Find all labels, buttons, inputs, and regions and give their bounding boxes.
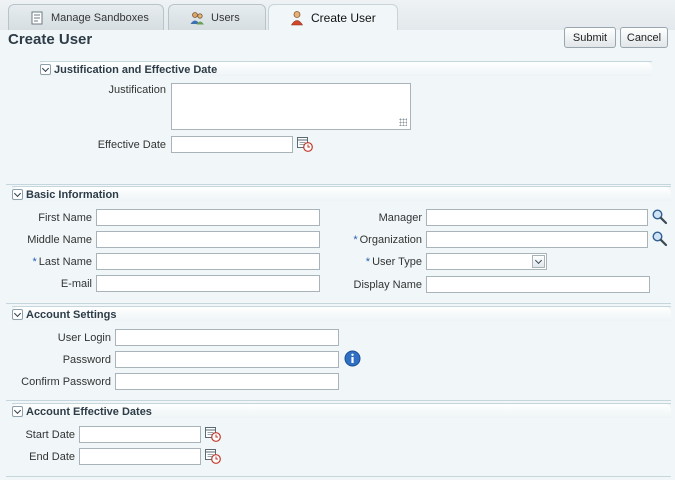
required-marker: * bbox=[353, 234, 358, 246]
last-name-field[interactable] bbox=[96, 253, 320, 270]
tab-manage-sandboxes[interactable]: Manage Sandboxes bbox=[8, 4, 164, 30]
info-icon[interactable] bbox=[344, 350, 361, 370]
account-dates-section-header: Account Effective Dates bbox=[12, 403, 671, 419]
section-title: Justification and Effective Date bbox=[54, 63, 218, 76]
justification-label: Justification bbox=[108, 84, 166, 96]
users-icon bbox=[189, 10, 205, 26]
calendar-icon[interactable] bbox=[204, 447, 222, 468]
required-marker: * bbox=[32, 256, 37, 268]
tab-label: Manage Sandboxes bbox=[51, 11, 149, 24]
organization-label: * Organization bbox=[330, 232, 422, 248]
basic-info-section-header: Basic Information bbox=[12, 186, 671, 202]
sandbox-icon bbox=[29, 10, 45, 26]
section-title: Account Effective Dates bbox=[26, 405, 152, 418]
section-toggle-icon[interactable] bbox=[40, 64, 51, 75]
resize-grip-icon[interactable] bbox=[399, 118, 407, 126]
calendar-icon[interactable] bbox=[296, 135, 314, 156]
manager-field[interactable] bbox=[426, 209, 648, 226]
middle-name-field[interactable] bbox=[96, 231, 320, 248]
password-field[interactable] bbox=[115, 351, 339, 368]
section-title: Basic Information bbox=[26, 188, 119, 201]
email-field[interactable] bbox=[96, 275, 320, 292]
label-text: User Type bbox=[372, 256, 422, 268]
label-text: Last Name bbox=[38, 256, 92, 268]
start-date-field[interactable] bbox=[79, 426, 201, 443]
end-date-field[interactable] bbox=[79, 448, 201, 465]
organization-field[interactable] bbox=[426, 231, 648, 248]
tab-label: Users bbox=[211, 11, 240, 24]
account-settings-section-header: Account Settings bbox=[12, 306, 671, 322]
start-date-label: Start Date bbox=[25, 429, 75, 441]
section-toggle-icon[interactable] bbox=[12, 406, 23, 417]
email-label: E-mail bbox=[60, 278, 92, 290]
effective-date-input[interactable] bbox=[171, 136, 293, 153]
required-marker: * bbox=[365, 256, 371, 268]
password-label: Password bbox=[62, 354, 111, 366]
user-icon bbox=[289, 10, 305, 26]
tab-users[interactable]: Users bbox=[168, 4, 266, 30]
cancel-button[interactable]: Cancel bbox=[620, 27, 668, 48]
middle-name-label: Middle Name bbox=[27, 234, 92, 246]
chevron-down-icon[interactable] bbox=[532, 255, 545, 268]
search-icon[interactable] bbox=[651, 208, 668, 228]
section-toggle-icon[interactable] bbox=[12, 189, 23, 200]
end-date-label: End Date bbox=[29, 451, 75, 463]
user-type-label: * User Type bbox=[330, 254, 422, 270]
first-name-field[interactable] bbox=[96, 209, 320, 226]
page-title: Create User bbox=[8, 31, 93, 48]
user-type-select[interactable] bbox=[426, 253, 547, 270]
effective-date-label: Effective Date bbox=[97, 139, 166, 151]
tab-label: Create User bbox=[311, 10, 376, 25]
section-title: Account Settings bbox=[26, 308, 117, 321]
calendar-icon[interactable] bbox=[204, 425, 222, 446]
manager-label: Manager bbox=[378, 212, 422, 224]
last-name-label: * Last Name bbox=[4, 254, 92, 270]
confirm-password-label: Confirm Password bbox=[21, 376, 111, 388]
display-name-field[interactable] bbox=[426, 276, 650, 293]
justification-input[interactable] bbox=[171, 83, 411, 130]
first-name-label: First Name bbox=[38, 212, 92, 224]
search-icon[interactable] bbox=[651, 230, 668, 250]
user-login-label: User Login bbox=[57, 332, 111, 344]
label-text: Organization bbox=[359, 234, 422, 246]
section-toggle-icon[interactable] bbox=[12, 309, 23, 320]
submit-button[interactable]: Submit bbox=[564, 27, 616, 48]
display-name-label: Display Name bbox=[353, 279, 422, 291]
tab-create-user[interactable]: Create User bbox=[268, 4, 398, 30]
justification-section-header: Justification and Effective Date bbox=[40, 61, 652, 77]
tab-bar: Manage Sandboxes Users Create User bbox=[0, 0, 675, 30]
confirm-password-field[interactable] bbox=[115, 373, 339, 390]
user-login-field[interactable] bbox=[115, 329, 339, 346]
